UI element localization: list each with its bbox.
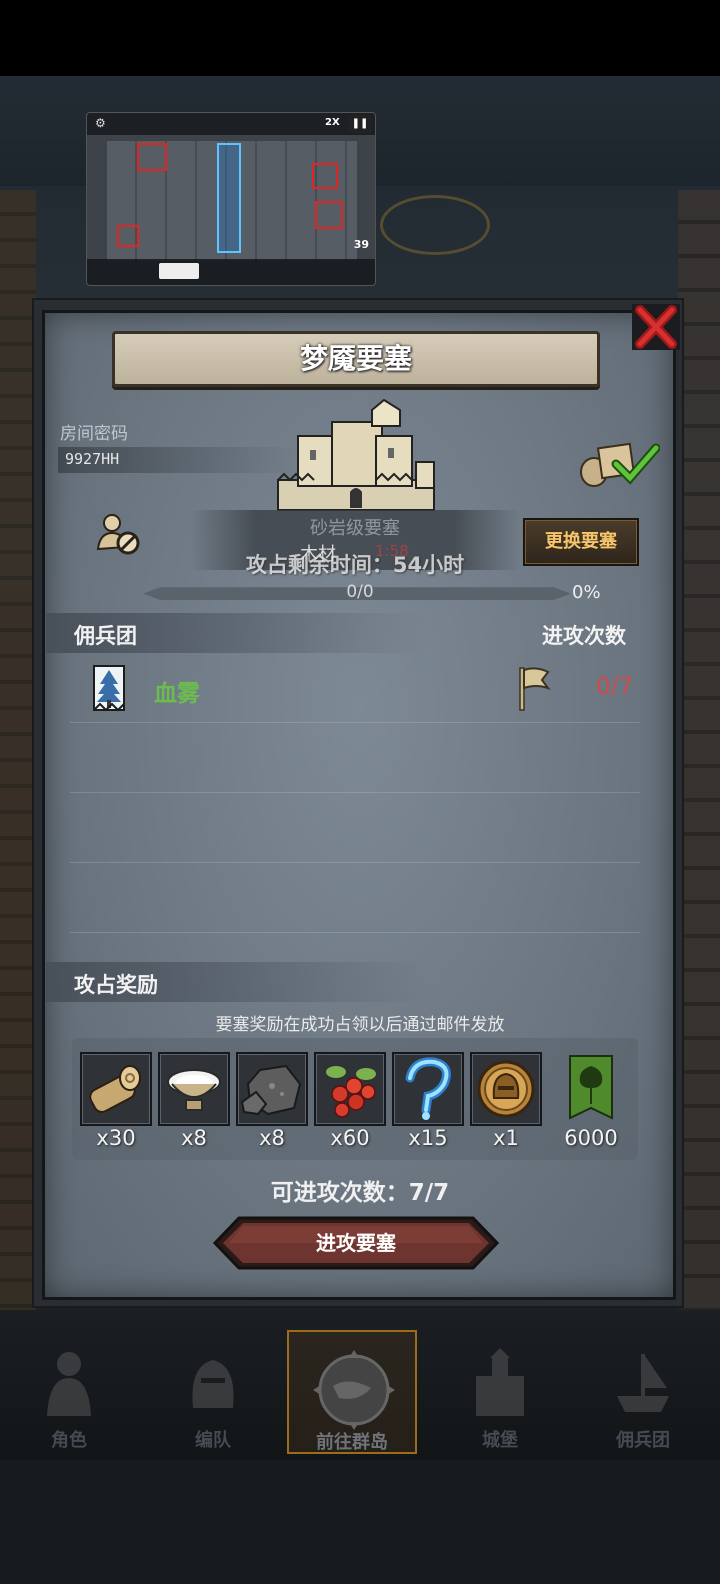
reward-quantity: 6000 bbox=[564, 1126, 618, 1150]
reward-slot[interactable] bbox=[80, 1052, 152, 1126]
milk-bowl-icon bbox=[167, 1069, 221, 1111]
reward-slot[interactable] bbox=[236, 1052, 308, 1126]
reward-slot[interactable] bbox=[314, 1052, 386, 1126]
attack-count-header: 进攻次数 bbox=[542, 624, 626, 648]
background-wood-left bbox=[0, 190, 36, 1310]
progress-text: 0/0 bbox=[346, 582, 374, 602]
berries-icon bbox=[326, 1066, 376, 1118]
room-code-label: 房间密码 bbox=[60, 424, 128, 444]
nav-label: 佣兵团 bbox=[616, 1430, 670, 1451]
compass-icon bbox=[313, 1350, 395, 1430]
room-code-value[interactable]: 9927HH bbox=[65, 450, 119, 468]
flag-icon bbox=[519, 667, 551, 711]
available-attacks: 可进攻次数：7/7 bbox=[270, 1180, 450, 1206]
gear-icon[interactable]: ⚙ bbox=[95, 116, 106, 130]
reward-quantity: x60 bbox=[330, 1126, 370, 1150]
reward-quantity: x8 bbox=[181, 1126, 207, 1150]
background-wood-right bbox=[678, 190, 720, 1310]
pause-icon[interactable]: ❚❚ bbox=[349, 115, 371, 133]
close-icon[interactable] bbox=[628, 300, 684, 354]
knight-icon bbox=[47, 1352, 91, 1416]
nav-label: 城堡 bbox=[482, 1430, 518, 1451]
ship-icon bbox=[617, 1354, 669, 1412]
row-divider bbox=[70, 932, 640, 933]
reward-quantity: x30 bbox=[96, 1126, 136, 1150]
enemy-tile bbox=[117, 225, 139, 247]
background-ornament bbox=[380, 195, 490, 255]
nav-label: 编队 bbox=[195, 1430, 231, 1451]
mercenary-header: 佣兵团 bbox=[74, 624, 137, 648]
reward-quantity: x1 bbox=[493, 1126, 519, 1150]
guild-banner-icon[interactable] bbox=[568, 1054, 614, 1124]
castle-icon bbox=[277, 398, 435, 511]
nav-label: 角色 bbox=[51, 1430, 87, 1451]
reward-slot[interactable] bbox=[470, 1052, 542, 1126]
rewards-note: 要塞奖励在成功占领以后通过邮件发放 bbox=[215, 1015, 505, 1035]
rewards-header: 攻占奖励 bbox=[74, 973, 158, 997]
helmet-coin-icon bbox=[477, 1060, 535, 1118]
reward-quantity: x8 bbox=[259, 1126, 285, 1150]
guild-name[interactable]: 血雾 bbox=[154, 674, 200, 708]
change-fortress-button[interactable]: 更换要塞 bbox=[523, 518, 639, 566]
nav-item-castle[interactable]: 城堡 bbox=[435, 1330, 565, 1454]
nav-item-role[interactable]: 角色 bbox=[4, 1330, 134, 1454]
nav-item-islands[interactable]: 前往群岛 bbox=[287, 1330, 417, 1454]
row-divider bbox=[70, 792, 640, 793]
blue-hook-icon bbox=[405, 1057, 451, 1120]
log-icon bbox=[89, 1065, 141, 1113]
battle-video-thumbnail[interactable]: ⚙ 2X ❚❚ 39 bbox=[86, 112, 376, 286]
skill-button[interactable] bbox=[159, 263, 199, 279]
row-divider bbox=[70, 722, 640, 723]
loot-collected-icon[interactable] bbox=[578, 436, 660, 488]
speed-label[interactable]: 2X bbox=[325, 117, 340, 128]
top-bar bbox=[0, 0, 720, 76]
row-divider bbox=[70, 862, 640, 863]
attack-fortress-button[interactable] bbox=[213, 1216, 499, 1270]
no-entry-user-icon[interactable] bbox=[96, 513, 142, 555]
tree-banner-icon bbox=[93, 665, 125, 712]
battle-lane bbox=[217, 143, 241, 253]
coal-ore-icon bbox=[240, 1064, 302, 1116]
modal-title: 梦魇要塞 bbox=[299, 342, 412, 375]
progress-percent: 0% bbox=[572, 582, 601, 603]
reward-slot[interactable] bbox=[392, 1052, 464, 1126]
nav-label: 前往群岛 bbox=[316, 1432, 388, 1453]
enemy-tile bbox=[315, 201, 343, 229]
guild-attack-count: 0/7 bbox=[596, 674, 634, 700]
fort-type: 砂岩级要塞 bbox=[310, 518, 400, 539]
castle-nav-icon bbox=[476, 1348, 524, 1416]
nav-item-mercenary[interactable]: 佣兵团 bbox=[578, 1330, 708, 1454]
enemy-tile bbox=[312, 163, 338, 189]
bottom-area bbox=[0, 1460, 720, 1584]
remaining-time: 攻占剩余时间：54小时 bbox=[245, 553, 465, 577]
enemy-count: 39 bbox=[353, 238, 369, 251]
nav-item-formation[interactable]: 编队 bbox=[148, 1330, 278, 1454]
helmet-icon bbox=[192, 1360, 234, 1408]
reward-slot[interactable] bbox=[158, 1052, 230, 1126]
enemy-tile bbox=[137, 143, 167, 171]
reward-quantity: x15 bbox=[408, 1126, 448, 1150]
thumbnail-bottom-bar bbox=[87, 259, 375, 285]
